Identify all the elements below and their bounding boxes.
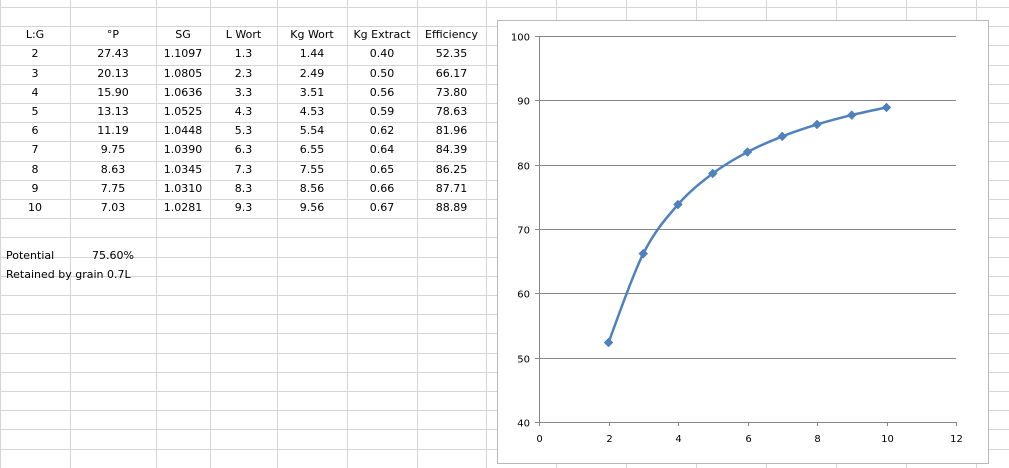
table-cell[interactable]: 4.53 xyxy=(277,102,347,121)
data-point-marker[interactable] xyxy=(603,337,614,348)
table-cell[interactable]: 5.54 xyxy=(277,121,347,140)
table-cell[interactable]: 2.3 xyxy=(210,64,277,83)
table-cell[interactable]: 0.64 xyxy=(347,140,417,159)
table-cell[interactable]: 78.63 xyxy=(417,102,486,121)
x-tick-label: 12 xyxy=(950,434,963,445)
table-cell[interactable]: 1.0345 xyxy=(156,160,210,179)
column-header[interactable]: SG xyxy=(156,25,210,44)
table-cell[interactable]: 9 xyxy=(0,179,70,198)
y-tick-label: 90 xyxy=(517,97,530,108)
column-header[interactable]: Kg Wort xyxy=(277,25,347,44)
data-point-marker[interactable] xyxy=(742,147,753,157)
table-cell[interactable]: 4.3 xyxy=(210,102,277,121)
series-line xyxy=(607,106,887,344)
table-cell[interactable]: 84.39 xyxy=(417,140,486,159)
y-tick-label: 80 xyxy=(517,162,530,173)
table-cell[interactable]: 27.43 xyxy=(70,44,156,63)
y-tick-label: 50 xyxy=(517,355,530,366)
table-cell[interactable]: 11.19 xyxy=(70,121,156,140)
table-cell[interactable]: 3.3 xyxy=(210,83,277,102)
table-cell[interactable]: 0.65 xyxy=(347,160,417,179)
table-cell[interactable]: 1.1097 xyxy=(156,44,210,63)
table-cell[interactable]: 3 xyxy=(0,64,70,83)
table-cell[interactable]: 1.0805 xyxy=(156,64,210,83)
table-cell[interactable]: 8.3 xyxy=(210,179,277,198)
column-header[interactable]: °P xyxy=(70,25,156,44)
table-cell[interactable]: 88.89 xyxy=(417,198,486,217)
potential-label[interactable]: Potential xyxy=(0,246,66,265)
column-header[interactable]: Kg Extract xyxy=(347,25,417,44)
table-cell[interactable]: 0.62 xyxy=(347,121,417,140)
table-cell[interactable]: 9.56 xyxy=(277,198,347,217)
table-cell[interactable]: 0.40 xyxy=(347,44,417,63)
table-cell[interactable]: 6 xyxy=(0,121,70,140)
table-cell[interactable]: 4 xyxy=(0,83,70,102)
x-tick-label: 6 xyxy=(745,434,751,445)
x-tick-label: 0 xyxy=(536,434,542,445)
table-cell[interactable]: 8.63 xyxy=(70,160,156,179)
table-cell[interactable]: 0.50 xyxy=(347,64,417,83)
table-cell[interactable]: 52.35 xyxy=(417,44,486,63)
table-cell[interactable]: 0.67 xyxy=(347,198,417,217)
y-tick-label: 100 xyxy=(511,33,530,44)
data-point-marker[interactable] xyxy=(777,131,788,142)
table-cell[interactable]: 8 xyxy=(0,160,70,179)
x-tick-label: 8 xyxy=(814,434,820,445)
table-cell[interactable]: 73.80 xyxy=(417,83,486,102)
y-tick-label: 40 xyxy=(517,419,530,430)
table-cell[interactable]: 1.0281 xyxy=(156,198,210,217)
table-cell[interactable]: 66.17 xyxy=(417,64,486,83)
retained-note[interactable]: Retained by grain 0.7L xyxy=(0,265,206,284)
table-cell[interactable]: 0.59 xyxy=(347,102,417,121)
table-cell[interactable]: 0.56 xyxy=(347,83,417,102)
column-header[interactable]: L:G xyxy=(0,25,70,44)
table-cell[interactable]: 7.55 xyxy=(277,160,347,179)
column-header[interactable]: L Wort xyxy=(210,25,277,44)
data-point-marker[interactable] xyxy=(812,119,822,130)
table-cell[interactable]: 7.3 xyxy=(210,160,277,179)
table-cell[interactable]: 8.56 xyxy=(277,179,347,198)
x-tick-label: 2 xyxy=(606,434,612,445)
table-cell[interactable]: 7.75 xyxy=(70,179,156,198)
table-cell[interactable]: 1.0525 xyxy=(156,102,210,121)
x-tick-label: 4 xyxy=(675,434,681,445)
column-header[interactable]: Efficiency xyxy=(417,25,486,44)
y-tick-label: 60 xyxy=(517,290,530,301)
x-tick-label: 10 xyxy=(881,434,894,445)
table-cell[interactable]: 1.0636 xyxy=(156,83,210,102)
table-cell[interactable]: 1.0390 xyxy=(156,140,210,159)
table-cell[interactable]: 3.51 xyxy=(277,83,347,102)
table-cell[interactable]: 2 xyxy=(0,44,70,63)
table-cell[interactable]: 13.13 xyxy=(70,102,156,121)
table-cell[interactable]: 6.55 xyxy=(277,140,347,159)
table-cell[interactable]: 2.49 xyxy=(277,64,347,83)
table-cell[interactable]: 6.3 xyxy=(210,140,277,159)
efficiency-chart[interactable]: 40 50 60 70 80 90 100 0 2 4 6 8 10 12 xyxy=(497,20,989,464)
table-cell[interactable]: 5.3 xyxy=(210,121,277,140)
table-cell[interactable]: 9.75 xyxy=(70,140,156,159)
table-cell[interactable]: 7.03 xyxy=(70,198,156,217)
chart-plot: 40 50 60 70 80 90 100 0 2 4 6 8 10 12 xyxy=(511,33,963,446)
data-point-marker[interactable] xyxy=(638,248,649,259)
table-cell[interactable]: 81.96 xyxy=(417,121,486,140)
table-cell[interactable]: 7 xyxy=(0,140,70,159)
table-cell[interactable]: 10 xyxy=(0,198,70,217)
table-cell[interactable]: 15.90 xyxy=(70,83,156,102)
table-cell[interactable]: 1.44 xyxy=(277,44,347,63)
table-cell[interactable]: 86.25 xyxy=(417,160,486,179)
table-cell[interactable]: 1.0310 xyxy=(156,179,210,198)
data-point-marker[interactable] xyxy=(881,102,892,113)
table-cell[interactable]: 9.3 xyxy=(210,198,277,217)
table-cell[interactable]: 1.0448 xyxy=(156,121,210,140)
potential-value[interactable]: 75.60% xyxy=(70,246,156,265)
table-cell[interactable]: 5 xyxy=(0,102,70,121)
table-cell[interactable]: 1.3 xyxy=(210,44,277,63)
table-cell[interactable]: 87.71 xyxy=(417,179,486,198)
data-point-marker[interactable] xyxy=(846,110,857,120)
table-cell[interactable]: 0.66 xyxy=(347,179,417,198)
table-cell[interactable]: 20.13 xyxy=(70,64,156,83)
y-tick-label: 70 xyxy=(517,226,530,237)
